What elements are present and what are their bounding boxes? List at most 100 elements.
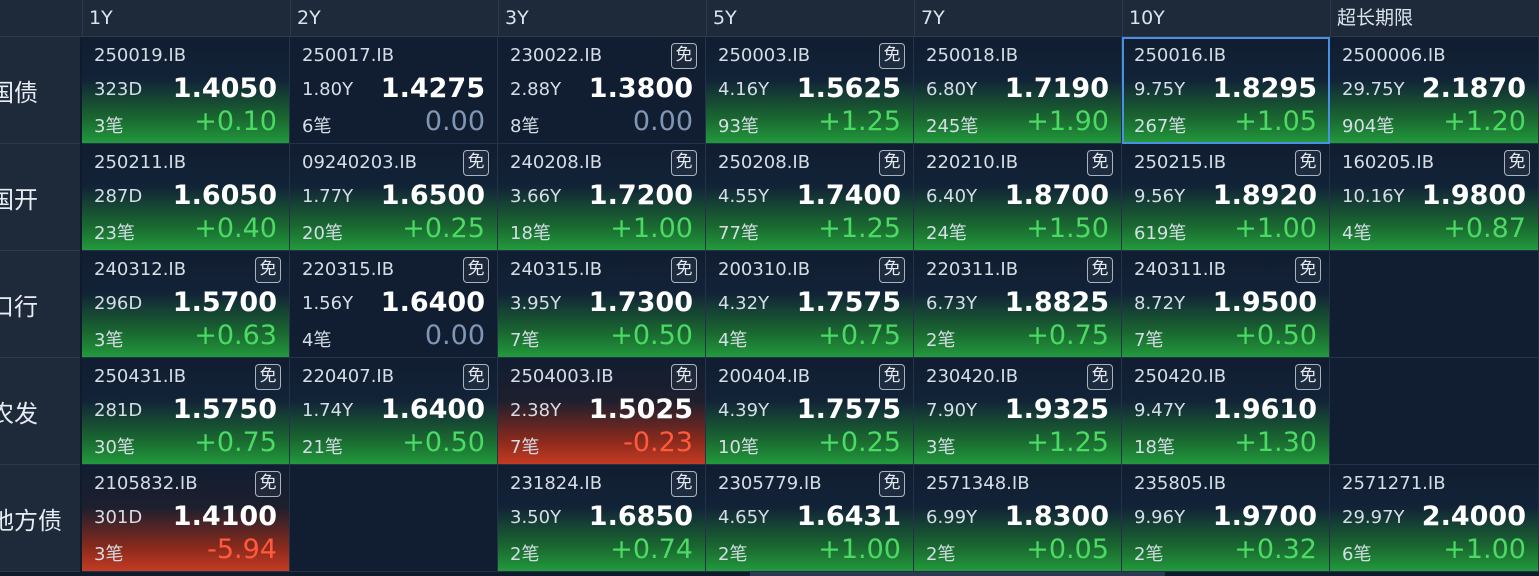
column-header[interactable]: 10Y — [1122, 0, 1330, 36]
trade-count: 23笔 — [94, 223, 135, 244]
yield-value: 1.7190 — [1004, 73, 1109, 104]
tax-exempt-badge: 免 — [879, 257, 905, 283]
yield-change: +0.50 — [610, 320, 693, 351]
quote-cell[interactable]: 250016.IB 9.75Y 1.8295 267笔 +1.05 — [1122, 37, 1330, 144]
yield-value: 2.4000 — [1421, 501, 1526, 532]
yield-value: 1.3800 — [588, 73, 693, 104]
quote-cell[interactable]: 240312.IB 免 296D 1.5700 3笔 +0.63 — [82, 251, 290, 358]
yield-value: 1.5700 — [172, 287, 277, 318]
quote-cell[interactable]: 200310.IB 免 4.32Y 1.7575 4笔 +0.75 — [706, 251, 914, 358]
quote-cell[interactable]: 250208.IB 免 4.55Y 1.7400 77笔 +1.25 — [706, 144, 914, 251]
yield-change: +0.25 — [818, 427, 901, 458]
yield-value: 1.6850 — [588, 501, 693, 532]
tax-exempt-badge: 免 — [671, 471, 697, 497]
quote-cell[interactable]: 220210.IB 免 6.40Y 1.8700 24笔 +1.50 — [914, 144, 1122, 251]
trade-count: 904笔 — [1342, 116, 1395, 137]
column-header[interactable]: 3Y — [498, 0, 706, 36]
quote-cell[interactable]: 235805.IB 9.96Y 1.9700 2笔 +0.32 — [1122, 465, 1330, 572]
bond-code: 250017.IB — [302, 45, 395, 66]
yield-change: 0.00 — [632, 106, 693, 137]
trade-count: 2笔 — [510, 544, 540, 565]
column-header[interactable]: 超长期限 — [1330, 0, 1539, 36]
tax-exempt-badge: 免 — [463, 364, 489, 390]
trade-count: 4笔 — [718, 330, 748, 351]
tax-exempt-badge: 免 — [463, 257, 489, 283]
quote-cell[interactable]: 250019.IB 323D 1.4050 3笔 +0.10 — [82, 37, 290, 144]
quote-cell[interactable]: 230022.IB 免 2.88Y 1.3800 8笔 0.00 — [498, 37, 706, 144]
trade-count: 20笔 — [302, 223, 343, 244]
remaining-term: 301D — [94, 507, 143, 528]
yield-value: 1.5025 — [588, 394, 693, 425]
quote-cell[interactable]: 220315.IB 免 1.56Y 1.6400 4笔 0.00 — [290, 251, 498, 358]
row-header: 农发 — [0, 358, 80, 465]
yield-change: 0.00 — [424, 106, 485, 137]
bond-code: 2571271.IB — [1342, 473, 1446, 494]
remaining-term: 6.73Y — [926, 293, 978, 314]
yield-value: 1.5750 — [172, 394, 277, 425]
trade-count: 6笔 — [1342, 544, 1372, 565]
yield-change: +0.05 — [1026, 534, 1109, 565]
quote-cell[interactable]: 200404.IB 免 4.39Y 1.7575 10笔 +0.25 — [706, 358, 914, 465]
yield-value: 1.7300 — [588, 287, 693, 318]
quote-cell[interactable]: 250003.IB 免 4.16Y 1.5625 93笔 +1.25 — [706, 37, 914, 144]
column-header[interactable]: 1Y — [82, 0, 290, 36]
quote-cell[interactable]: 2105832.IB 免 301D 1.4100 3笔 -5.94 — [82, 465, 290, 572]
bond-code: 200310.IB — [718, 259, 811, 280]
remaining-term: 1.56Y — [302, 293, 354, 314]
remaining-term: 281D — [94, 400, 143, 421]
trade-count: 77笔 — [718, 223, 759, 244]
trade-count: 18笔 — [1134, 437, 1175, 458]
bond-code: 250431.IB — [94, 366, 187, 387]
horizontal-scrollbar[interactable] — [750, 572, 1165, 576]
yield-change: +0.40 — [194, 213, 277, 244]
remaining-term: 10.16Y — [1342, 186, 1405, 207]
remaining-term: 1.80Y — [302, 79, 354, 100]
remaining-term: 9.47Y — [1134, 400, 1186, 421]
bond-code: 250208.IB — [718, 152, 811, 173]
quote-cell[interactable]: 2571348.IB 6.99Y 1.8300 2笔 +0.05 — [914, 465, 1122, 572]
yield-value: 1.4050 — [172, 73, 277, 104]
tax-exempt-badge: 免 — [463, 150, 489, 176]
trade-count: 7笔 — [510, 330, 540, 351]
quote-cell[interactable]: 250017.IB 1.80Y 1.4275 6笔 0.00 — [290, 37, 498, 144]
quote-cell[interactable]: 250420.IB 免 9.47Y 1.9610 18笔 +1.30 — [1122, 358, 1330, 465]
empty-quote-cell — [1330, 358, 1539, 465]
bond-code: 250211.IB — [94, 152, 187, 173]
yield-change: -0.23 — [623, 427, 693, 458]
quote-cell[interactable]: 250018.IB 6.80Y 1.7190 245笔 +1.90 — [914, 37, 1122, 144]
trade-count: 2笔 — [926, 544, 956, 565]
quote-cell[interactable]: 2571271.IB 29.97Y 2.4000 6笔 +1.00 — [1330, 465, 1539, 572]
column-header[interactable]: 5Y — [706, 0, 914, 36]
remaining-term: 9.96Y — [1134, 507, 1186, 528]
bond-code: 230420.IB — [926, 366, 1019, 387]
quote-cell[interactable]: 240315.IB 免 3.95Y 1.7300 7笔 +0.50 — [498, 251, 706, 358]
quote-cell[interactable]: 160205.IB 免 10.16Y 1.9800 4笔 +0.87 — [1330, 144, 1539, 251]
quote-cell[interactable]: 231824.IB 免 3.50Y 1.6850 2笔 +0.74 — [498, 465, 706, 572]
trade-count: 30笔 — [94, 437, 135, 458]
tax-exempt-badge: 免 — [671, 257, 697, 283]
quote-cell[interactable]: 220311.IB 免 6.73Y 1.8825 2笔 +0.75 — [914, 251, 1122, 358]
quote-cell[interactable]: 230420.IB 免 7.90Y 1.9325 3笔 +1.25 — [914, 358, 1122, 465]
quote-cell[interactable]: 240208.IB 免 3.66Y 1.7200 18笔 +1.00 — [498, 144, 706, 251]
quote-cell[interactable]: 250431.IB 免 281D 1.5750 30笔 +0.75 — [82, 358, 290, 465]
row-header: 国开 — [0, 144, 80, 251]
yield-change: +0.32 — [1234, 534, 1317, 565]
quote-cell[interactable]: 250211.IB 287D 1.6050 23笔 +0.40 — [82, 144, 290, 251]
column-header[interactable]: 7Y — [914, 0, 1122, 36]
remaining-term: 3.66Y — [510, 186, 562, 207]
quote-cell[interactable]: 250215.IB 免 9.56Y 1.8920 619笔 +1.00 — [1122, 144, 1330, 251]
tax-exempt-badge: 免 — [879, 471, 905, 497]
quote-cell[interactable]: 220407.IB 免 1.74Y 1.6400 21笔 +0.50 — [290, 358, 498, 465]
yield-change: -5.94 — [207, 534, 277, 565]
yield-value: 1.8700 — [1004, 180, 1109, 211]
column-header[interactable]: 2Y — [290, 0, 498, 36]
quote-cell[interactable]: 2500006.IB 29.75Y 2.1870 904笔 +1.20 — [1330, 37, 1539, 144]
bond-code: 231824.IB — [510, 473, 603, 494]
quote-cell[interactable]: 2504003.IB 免 2.38Y 1.5025 7笔 -0.23 — [498, 358, 706, 465]
bond-code: 235805.IB — [1134, 473, 1227, 494]
quote-cell[interactable]: 09240203.IB 免 1.77Y 1.6500 20笔 +0.25 — [290, 144, 498, 251]
trade-count: 3笔 — [94, 116, 124, 137]
quote-cell[interactable]: 2305779.IB 免 4.65Y 1.6431 2笔 +1.00 — [706, 465, 914, 572]
empty-quote-cell — [1330, 251, 1539, 358]
quote-cell[interactable]: 240311.IB 免 8.72Y 1.9500 7笔 +0.50 — [1122, 251, 1330, 358]
